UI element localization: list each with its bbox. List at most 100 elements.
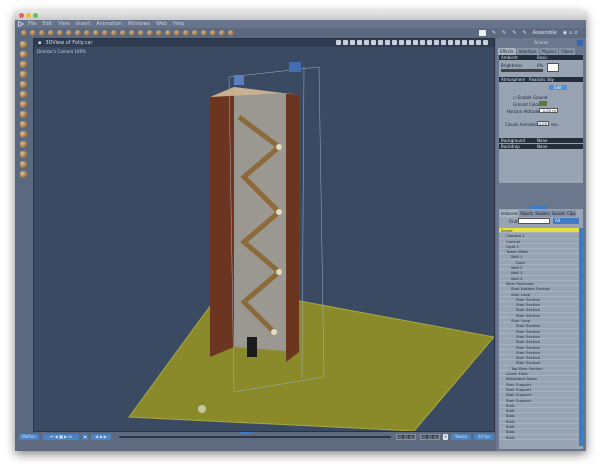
insert-tool-icon[interactable] <box>102 30 108 36</box>
insert-tool-icon[interactable] <box>201 30 207 36</box>
timeline-slider[interactable] <box>119 436 391 438</box>
tool-icon[interactable] <box>20 61 27 68</box>
end-time-field[interactable]: 00:00:00 <box>420 434 440 440</box>
tool-icon[interactable] <box>20 121 27 128</box>
window-controls-icon[interactable]: ◉ ▫ × <box>563 30 578 36</box>
view-control-icon[interactable] <box>357 40 362 45</box>
tab-objects[interactable]: Objects <box>518 210 534 217</box>
brightness-slider[interactable] <box>501 69 543 72</box>
view-control-icon[interactable] <box>399 40 404 45</box>
view-control-icon[interactable] <box>427 40 432 45</box>
zoom-button[interactable] <box>33 13 38 18</box>
view-control-icon[interactable] <box>364 40 369 45</box>
horizon-altitude-input[interactable]: 0.00 m <box>539 108 558 113</box>
menu-insert[interactable]: Insert <box>76 21 90 27</box>
current-time-field[interactable]: 00:00:00 <box>396 434 416 440</box>
tree-scrollbar[interactable] <box>579 228 583 446</box>
close-button[interactable] <box>19 13 24 18</box>
insert-tool-icon[interactable] <box>39 30 45 36</box>
insert-tool-icon[interactable] <box>30 30 36 36</box>
view-control-icon[interactable] <box>441 40 446 45</box>
timeline-splitter[interactable] <box>240 432 254 434</box>
tab-interface[interactable]: Interface <box>516 48 539 55</box>
close-icon[interactable]: × <box>443 434 448 440</box>
find-input[interactable] <box>518 218 550 224</box>
view-control-icon[interactable] <box>476 40 481 45</box>
view-control-icon[interactable] <box>385 40 390 45</box>
view-control-icon[interactable] <box>343 40 348 45</box>
tool-icon[interactable] <box>20 91 27 98</box>
view-control-icon[interactable] <box>462 40 467 45</box>
room-icon[interactable] <box>478 30 486 36</box>
tool-icon[interactable] <box>20 151 27 158</box>
tool-icon[interactable] <box>20 81 27 88</box>
menu-help[interactable]: Help <box>173 21 184 27</box>
3d-viewport[interactable]: ▪ 3DView of Folly.car Director's Camera … <box>33 38 495 432</box>
background-section[interactable]: Background None <box>499 138 583 143</box>
backdrop-section[interactable]: Backdrop None <box>499 144 583 149</box>
camera-object[interactable] <box>234 75 244 85</box>
insert-tool-icon[interactable] <box>129 30 135 36</box>
enable-ground-checkbox[interactable]: ☐ Enable Ground <box>513 95 547 100</box>
menu-file[interactable]: File <box>28 21 36 27</box>
ambient-mode-select[interactable]: Basic <box>537 55 548 60</box>
insert-tool-icon[interactable] <box>165 30 171 36</box>
tool-icon[interactable] <box>20 141 27 148</box>
loop-button[interactable]: ▪ <box>82 434 88 440</box>
insert-tool-icon[interactable] <box>120 30 126 36</box>
backdrop-mode-select[interactable]: None <box>537 144 547 149</box>
view-control-icon[interactable] <box>434 40 439 45</box>
insert-tool-icon[interactable] <box>66 30 72 36</box>
tab-sounds[interactable]: Sounds <box>551 210 566 217</box>
tool-icon[interactable] <box>20 101 27 108</box>
motion-mode-select[interactable]: Motion <box>19 434 39 440</box>
room-icon[interactable]: ✎ <box>522 30 526 36</box>
tab-instances[interactable]: Instances <box>500 210 519 217</box>
insert-tool-icon[interactable] <box>183 30 189 36</box>
view-control-icon[interactable] <box>413 40 418 45</box>
clouds-animation-input[interactable]: 0.00 <box>537 121 549 126</box>
insert-tool-icon[interactable] <box>84 30 90 36</box>
edit-button[interactable]: Edit <box>549 85 567 90</box>
insert-tool-icon[interactable] <box>57 30 63 36</box>
tab-clips[interactable]: Clips <box>566 210 577 217</box>
insert-tool-icon[interactable] <box>210 30 216 36</box>
tab-shaders[interactable]: Shaders <box>534 210 551 217</box>
tool-icon[interactable] <box>20 41 27 48</box>
panel-toggle-icon[interactable] <box>577 40 583 46</box>
view-control-icon[interactable] <box>483 40 488 45</box>
tool-icon[interactable] <box>20 111 27 118</box>
ambient-color-swatch[interactable] <box>547 63 559 72</box>
tool-icon[interactable] <box>20 131 27 138</box>
view-control-icon[interactable] <box>350 40 355 45</box>
atmosphere-mode-select[interactable]: Realistic Sky <box>529 77 554 82</box>
insert-tool-icon[interactable] <box>192 30 198 36</box>
insert-tool-icon[interactable] <box>219 30 225 36</box>
view-control-icon[interactable] <box>378 40 383 45</box>
ambient-section[interactable]: Ambient Basic <box>499 55 583 60</box>
fps-select[interactable]: 24 fps <box>474 434 494 440</box>
insert-tool-icon[interactable] <box>48 30 54 36</box>
keyframe-controls[interactable]: ◀ ◆ ▶ <box>91 434 111 440</box>
insert-tool-icon[interactable] <box>156 30 162 36</box>
view-control-icon[interactable] <box>448 40 453 45</box>
tab-physics[interactable]: Physics <box>539 48 559 55</box>
view-control-icon[interactable] <box>455 40 460 45</box>
tool-icon[interactable] <box>20 71 27 78</box>
menu-web[interactable]: Web <box>156 21 167 27</box>
tab-filters[interactable]: Filters <box>559 48 576 55</box>
tween-select[interactable]: Tween <box>451 434 471 440</box>
room-icon[interactable]: ✎ <box>512 30 516 36</box>
atmosphere-section[interactable]: Atmosphere Realistic Sky <box>499 77 583 82</box>
insert-tool-icon[interactable] <box>75 30 81 36</box>
view-control-icon[interactable] <box>336 40 341 45</box>
view-control-icon[interactable] <box>420 40 425 45</box>
light-object[interactable] <box>289 62 301 72</box>
tool-icon[interactable] <box>20 51 27 58</box>
minimize-button[interactable] <box>26 13 31 18</box>
tab-effects[interactable]: Effects <box>498 48 516 55</box>
room-icon[interactable]: ✎ <box>492 30 496 36</box>
menu-windows[interactable]: Windows <box>128 21 150 27</box>
insert-tool-icon[interactable] <box>111 30 117 36</box>
playback-controls[interactable]: ⏮ ◀ ■ ▶ ⏭ <box>43 434 79 440</box>
